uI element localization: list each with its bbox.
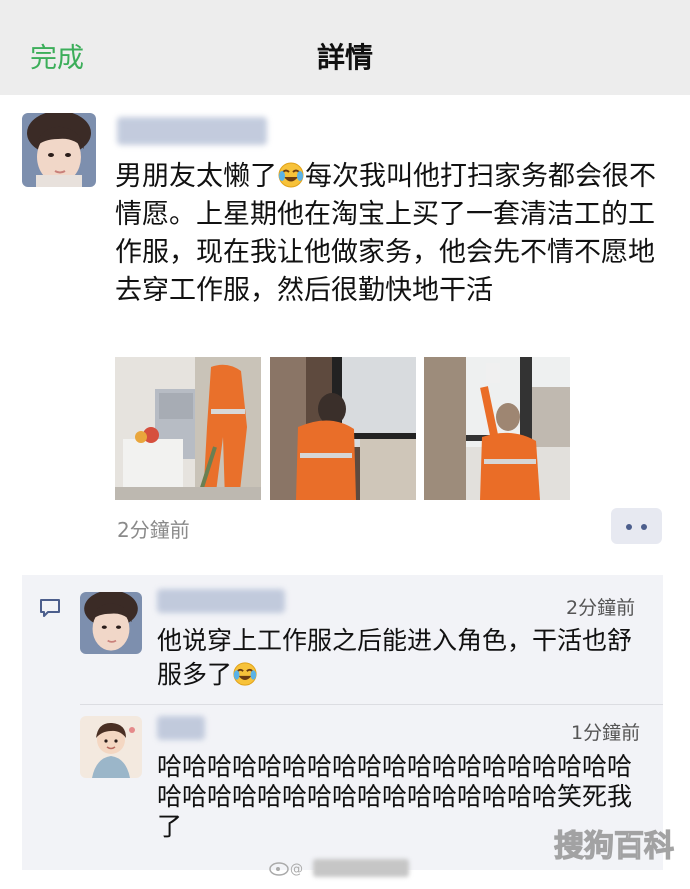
more-options-button[interactable] xyxy=(611,508,662,544)
weibo-watermark: @ xyxy=(268,859,410,879)
navigation-bar: 完成 詳情 xyxy=(0,0,690,95)
comment-1-timestamp: 2分鐘前 xyxy=(566,597,636,619)
comment-1-text-part1: 他说穿上工作服之后能进入角色，干活也舒服多了 xyxy=(157,626,633,689)
post-photo-2[interactable] xyxy=(270,357,416,500)
face-with-tears-of-joy-icon xyxy=(277,161,305,189)
post-photo-3[interactable] xyxy=(424,357,570,500)
post-text-part1: 男朋友太懒了 xyxy=(115,161,277,192)
comment-1-text: 他说穿上工作服之后能进入角色，干活也舒服多了 xyxy=(157,624,647,692)
commenter-2-name-blurred[interactable] xyxy=(157,716,205,740)
post-timestamp: 2分鐘前 xyxy=(117,518,190,542)
comment-2-timestamp: 1分鐘前 xyxy=(571,722,641,744)
poster-name-blurred[interactable] xyxy=(117,117,267,145)
poster-avatar[interactable] xyxy=(22,113,96,187)
dot-icon xyxy=(641,524,647,530)
commenter-1-name-blurred[interactable] xyxy=(157,589,285,613)
comment-bubble-icon xyxy=(40,599,60,617)
svg-text:@: @ xyxy=(290,862,303,877)
post-photo-1[interactable] xyxy=(115,357,261,500)
post-text: 男朋友太懒了 每次我叫他打扫家务都会很不情愿。上星期他在淘宝上买了一套清洁工的工作… xyxy=(115,158,675,310)
dot-icon xyxy=(626,524,632,530)
page-title: 詳情 xyxy=(316,41,373,74)
weibo-icon: @ xyxy=(269,862,303,877)
moment-post: 男朋友太懒了 每次我叫他打扫家务都会很不情愿。上星期他在淘宝上买了一套清洁工的工作… xyxy=(0,95,690,565)
weibo-account-blurred xyxy=(313,859,410,877)
sogou-watermark-logo: 搜狗百科 xyxy=(548,814,688,874)
comment-divider xyxy=(80,704,663,705)
face-with-tears-of-joy-icon xyxy=(232,661,260,689)
svg-text:搜狗百科: 搜狗百科 xyxy=(554,829,674,864)
commenter-2-avatar[interactable] xyxy=(80,716,142,778)
commenter-1-avatar[interactable] xyxy=(80,592,142,654)
